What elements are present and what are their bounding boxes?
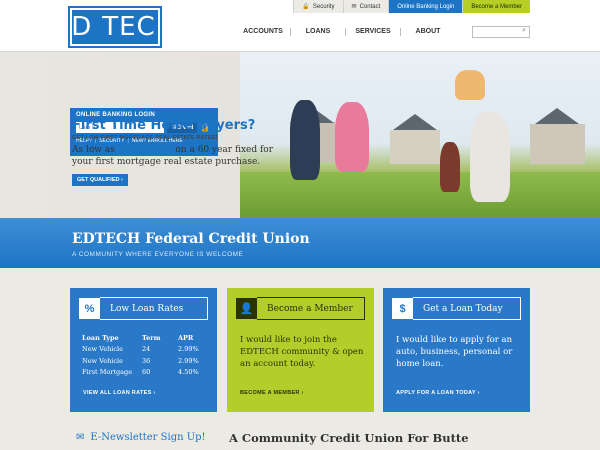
promo-apr: 4.50% APR [117,145,173,155]
roof-shape [535,108,579,124]
column-header: APR [178,333,194,342]
column-header: Loan Type [82,333,119,342]
loan-rates-table: Loan Type Term APR New Vehicle 24 2.99% … [82,332,207,378]
table-cell: New Vehicle [82,356,123,365]
band-title: EDTECH Federal Credit Union [72,231,310,247]
chevron-right-icon: › [477,390,480,396]
promo-body: As low as 4.50% APR on a 60 year fixed f… [72,144,282,168]
envelope-icon: ✉ [351,4,357,10]
nav-services[interactable]: SERVICES [347,28,399,36]
mother-figure [470,112,510,202]
table-row: New Vehicle 24 2.99% [82,344,207,356]
band-tagline: A COMMUNITY WHERE EVERYONE IS WELCOME [72,251,244,258]
nav-loans[interactable]: LOANS [292,28,344,36]
table-row: New Vehicle 36 2.99% [82,355,207,367]
promo-body-prefix: As low as [72,145,118,155]
newsletter-signup[interactable]: ✉ E-Newsletter Sign Up! [76,432,206,443]
nav-accounts[interactable]: ACCOUNTS [237,28,289,36]
get-loan-card: $ Get a Loan Today I would like to apply… [383,288,530,412]
online-banking-login-link[interactable]: Online Banking Login [388,0,463,13]
chevron-right-icon: › [301,390,304,396]
lock-icon: 🔒 [302,4,310,10]
loan-rates-card: % Low Loan Rates Loan Type Term APR New … [70,288,217,412]
table-cell: First Mortgage [82,368,133,377]
become-member-title: Become a Member [257,297,365,320]
get-qualified-button[interactable]: GET QUALIFIED › [72,174,128,186]
security-label: Security [312,3,335,10]
chevron-right-icon: › [121,177,123,183]
promo-title: First Time Home Buyers? [72,118,256,133]
member-person-icon: 👤 [236,298,257,319]
become-member-card-link[interactable]: BECOME A MEMBER › [240,390,304,396]
logo-text-ed: ED [53,12,93,42]
community-heading: A Community Credit Union For Butte [229,431,469,445]
search-icon[interactable]: ⌕ [522,27,526,35]
loan-rates-title: Low Loan Rates [100,297,208,320]
girl-figure [335,102,369,172]
table-cell: 4.50% [178,368,199,377]
site-header: ED TECH 🔒 Security ✉ Contact Online Bank… [0,0,600,52]
promo-subtitle: GET LOW FIRST MORTGAGE REAL ESTATE RATES… [72,135,218,141]
nav-divider [345,28,346,36]
percent-icon: % [79,298,100,319]
child-figure [455,70,485,100]
hero-banner: ONLINE BANKING LOGIN SIGN IN 🔒 HELP? | S… [0,52,600,218]
apply-loan-link[interactable]: APPLY FOR A LOAN TODAY › [396,390,480,396]
become-member-link[interactable]: Become a Member [462,0,530,13]
table-cell: 36 [142,356,151,365]
boy-figure [440,142,460,192]
father-figure [290,100,320,180]
newsletter-label: E-Newsletter Sign Up! [90,432,206,443]
house-shape [390,130,440,164]
credit-union-band: EDTECH Federal Credit Union A COMMUNITY … [0,218,600,268]
table-row: First Mortgage 60 4.50% [82,367,207,379]
security-link[interactable]: 🔒 Security [293,0,343,13]
table-header-row: Loan Type Term APR [82,332,207,344]
nav-divider [400,28,401,36]
utility-nav: 🔒 Security ✉ Contact Online Banking Logi… [293,0,530,13]
nav-divider [290,28,291,36]
get-loan-title: Get a Loan Today [413,297,521,320]
house-shape [530,124,585,164]
contact-link[interactable]: ✉ Contact [342,0,389,13]
main-nav: ACCOUNTS LOANS SERVICES ABOUT [237,28,454,36]
get-qualified-label: GET QUALIFIED [77,177,120,183]
become-member-card: 👤 Become a Member I would like to join t… [227,288,374,412]
roof-shape [393,114,437,130]
logo-text-tech: TECH [102,12,177,42]
nav-about[interactable]: ABOUT [402,28,454,36]
table-cell: 2.99% [178,356,199,365]
document-dollar-icon: $ [392,298,413,319]
table-cell: 2.99% [178,345,199,354]
search-input[interactable]: ⌕ [472,26,530,38]
become-member-card-label: BECOME A MEMBER [240,390,300,396]
view-all-rates-label: VIEW ALL LOAN RATES [83,390,152,396]
get-loan-text: I would like to apply for an auto, busin… [396,335,513,369]
newsletter-mail-icon: ✉ [76,432,85,443]
become-member-label: Become a Member [471,3,522,10]
become-member-text: I would like to join the EDTECH communit… [240,335,364,369]
edtech-logo[interactable]: ED TECH [54,6,175,48]
table-cell: 60 [142,368,151,377]
view-all-rates-link[interactable]: VIEW ALL LOAN RATES › [83,390,156,396]
table-cell: New Vehicle [82,345,123,354]
column-header: Term [142,333,161,342]
home-buyer-promo: First Time Home Buyers? GET LOW FIRST MO… [72,118,282,186]
online-banking-label: Online Banking Login [397,3,455,10]
chevron-right-icon: › [153,390,156,396]
table-cell: 24 [142,345,151,354]
apply-loan-label: APPLY FOR A LOAN TODAY [396,390,476,396]
contact-label: Contact [359,3,381,10]
